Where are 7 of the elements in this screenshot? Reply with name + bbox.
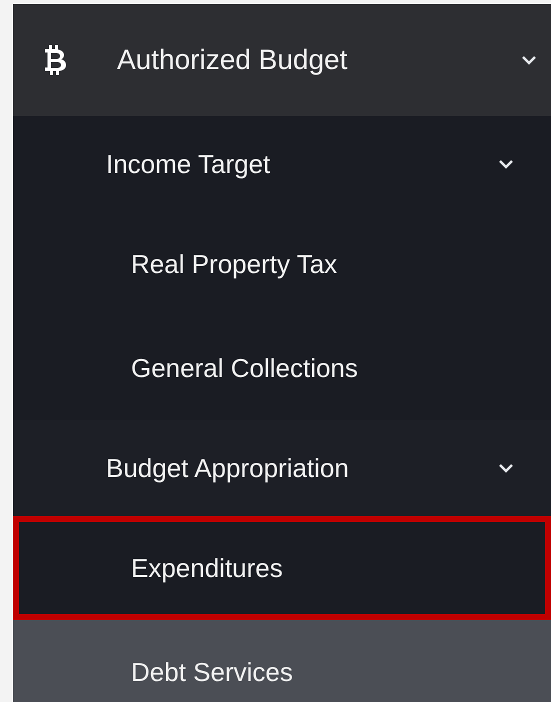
menu-item[interactable]: Authorized Budget — [13, 4, 551, 116]
submenu-label: Budget Appropriation — [106, 452, 350, 484]
menu-link[interactable]: Debt Services — [13, 620, 551, 702]
submenu-label: Income Target — [106, 148, 272, 180]
bitcoin-icon — [43, 45, 69, 75]
menu-link[interactable]: Expenditures — [13, 516, 551, 620]
menu-label: Authorized Budget — [117, 43, 348, 77]
